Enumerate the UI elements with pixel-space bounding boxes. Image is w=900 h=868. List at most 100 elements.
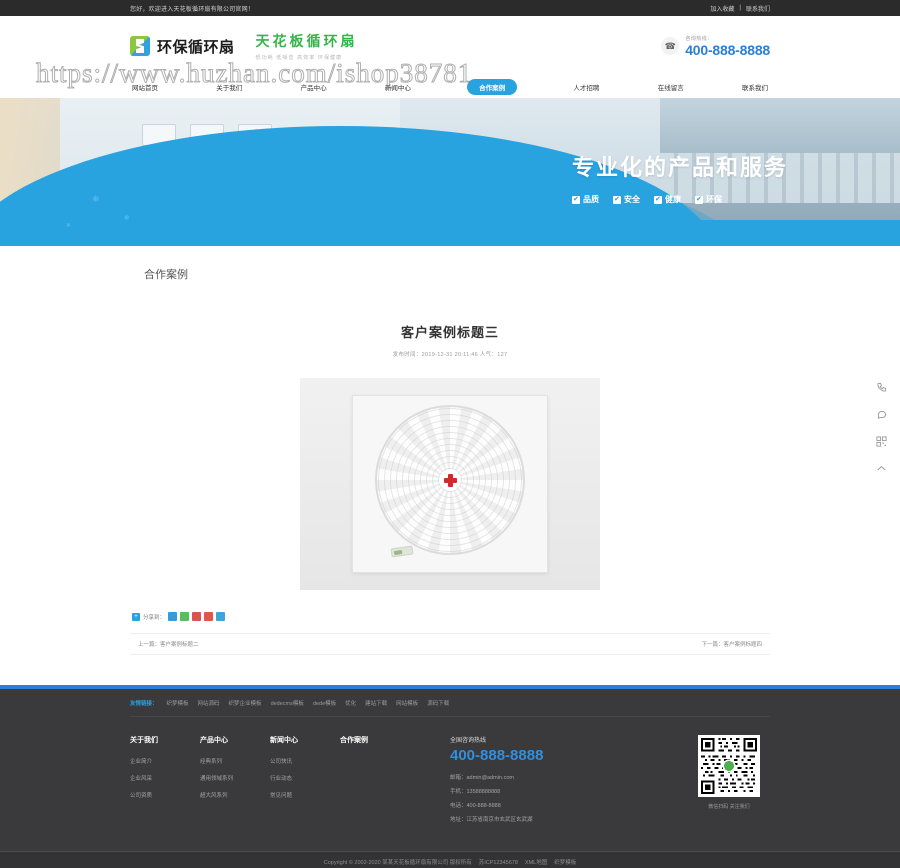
prev-article-link[interactable]: 上一篇：客户案例标题二 xyxy=(138,640,199,648)
footer-link[interactable]: 公司资质 xyxy=(130,791,200,799)
friendly-link[interactable]: 建站下载 xyxy=(365,699,387,707)
wechat-share-icon[interactable] xyxy=(180,612,190,621)
check-icon: ✔ xyxy=(612,195,621,204)
slogan-main: 天花板循环扇 xyxy=(255,33,358,49)
article-block: 客户案例标题三 发布时间：2019-12-31 20:11:46 人气：127 xyxy=(130,322,770,590)
footer-column-heading[interactable]: 关于我们 xyxy=(130,735,200,745)
xml-sitemap-link[interactable]: XML地图 xyxy=(525,858,547,866)
icp-number[interactable]: 苏ICP12345678 xyxy=(479,858,518,866)
footer-column-heading[interactable]: 合作案例 xyxy=(340,735,410,745)
check-icon: ✔ xyxy=(694,195,703,204)
nav-item-about[interactable]: 关于我们 xyxy=(214,82,244,92)
slogan-sub: 低功耗 低噪音 高效率 环保健康 xyxy=(255,55,343,61)
footer-column-news: 新闻中心 公司快讯 行业动态 常见问题 xyxy=(270,735,340,829)
hero-banner: ❄ ❄ ❄ 专业化的产品和服务 ✔ 品质 ✔ 安全 ✔ 健康 ✔ 环保 xyxy=(0,98,900,246)
share-bar: + 分享到： xyxy=(132,612,770,621)
next-article-link[interactable]: 下一篇：客户案例标题四 xyxy=(701,640,762,648)
footer-columns: 关于我们 企业简介 企业风采 公司资质 产品中心 经典系列 通用领域系列 超大风… xyxy=(130,717,770,851)
fan-product-illustration xyxy=(352,395,548,573)
footer-hotline-number: 400-888-8888 xyxy=(450,747,544,764)
back-to-top-icon[interactable] xyxy=(876,463,887,476)
footer-link[interactable]: 通用领域系列 xyxy=(200,774,270,782)
footer-link[interactable]: 常见问题 xyxy=(270,791,340,799)
footer-email: 邮箱：admin@admin.com xyxy=(450,775,514,781)
top-bar-separator: | xyxy=(739,5,741,11)
footer-link[interactable]: 经典系列 xyxy=(200,757,270,765)
welcome-text: 您好，欢迎进入天花板循环扇有限公司官网！ xyxy=(130,6,255,13)
qq-share-icon[interactable] xyxy=(168,612,178,621)
article-meta: 发布时间：2019-12-31 20:11:46 人气：127 xyxy=(392,352,508,358)
footer-contact: 全国咨询热线 400-888-8888 邮箱：admin@admin.com 手… xyxy=(450,735,650,829)
phone-icon[interactable] xyxy=(876,382,887,395)
nav-item-contact[interactable]: 联系我们 xyxy=(740,82,770,92)
article-image xyxy=(300,378,600,590)
hotline-number: 400-888-8888 xyxy=(685,41,770,58)
brand-logo[interactable]: 环保循环扇 天花板循环扇 低功耗 低噪音 高效率 环保健康 xyxy=(130,31,358,61)
top-bar: 您好，欢迎进入天花板循环扇有限公司官网！ 加入收藏 | 联系我们 xyxy=(0,0,900,16)
nav-item-jobs[interactable]: 人才招聘 xyxy=(571,82,601,92)
article-pager: 上一篇：客户案例标题二 下一篇：客户案例标题四 xyxy=(130,633,770,655)
copyright-text: Copyright © 2002-2020 某某天花板循环扇有限公司 版权所有 xyxy=(323,859,472,866)
page-title: 合作案例 xyxy=(144,269,188,281)
footer-column-heading[interactable]: 新闻中心 xyxy=(270,735,340,745)
qrcode-icon[interactable] xyxy=(875,436,887,449)
banner-title: 专业化的产品和服务 xyxy=(571,155,788,180)
friendly-link[interactable]: dede模板 xyxy=(313,699,336,707)
nav-item-products[interactable]: 产品中心 xyxy=(299,82,329,92)
footer-link[interactable]: 企业风采 xyxy=(130,774,200,782)
site-footer: 友情链接： 织梦模板 网站源码 织梦企业模板 dedecms模板 dede模板 … xyxy=(0,689,900,868)
friendly-links-label: 友情链接： xyxy=(130,700,158,707)
hotline-label: 咨询热线： xyxy=(685,35,713,42)
banner-tag-quality: ✔ 品质 xyxy=(571,194,599,205)
renren-share-icon[interactable] xyxy=(204,612,214,621)
add-favorite-link[interactable]: 加入收藏 xyxy=(710,4,734,13)
template-credit-link[interactable]: 织梦模板 xyxy=(554,858,576,866)
friendly-link[interactable]: 织梦模板 xyxy=(167,699,189,707)
brand-slogan: 天花板循环扇 低功耗 低噪音 高效率 环保健康 xyxy=(256,31,358,61)
phone-icon: ☎ xyxy=(661,37,680,55)
footer-hotline-label: 全国咨询热线 xyxy=(450,738,487,744)
check-icon: ✔ xyxy=(571,195,580,204)
footer-mobile: 手机：13588888888 xyxy=(450,789,501,795)
friendly-link[interactable]: 优化 xyxy=(345,699,356,707)
friendly-link[interactable]: 源码下载 xyxy=(427,699,449,707)
article-title: 客户案例标题三 xyxy=(400,325,499,340)
weibo-share-icon[interactable] xyxy=(192,612,202,621)
footer-column-products: 产品中心 经典系列 通用领域系列 超大风系列 xyxy=(200,735,270,829)
fan-hub-logo xyxy=(439,469,461,492)
nav-item-cases[interactable]: 合作案例 xyxy=(467,79,518,95)
friendly-link[interactable]: 织梦企业模板 xyxy=(229,699,262,707)
footer-link[interactable]: 超大风系列 xyxy=(200,791,270,799)
petal-decor-icon: ❄ xyxy=(124,215,130,222)
footer-link[interactable]: 企业简介 xyxy=(130,757,200,765)
friendly-link[interactable]: 网站模板 xyxy=(396,699,418,707)
banner-tag-label: 品质 xyxy=(582,195,599,204)
footer-address: 地址：江苏省南京市玄武区玄武湖 xyxy=(450,817,533,823)
message-icon[interactable] xyxy=(876,409,887,422)
banner-tag-eco: ✔ 环保 xyxy=(694,194,722,205)
nav-item-home[interactable]: 网站首页 xyxy=(130,82,160,92)
contact-us-link[interactable]: 联系我们 xyxy=(746,4,770,13)
logo-mark-icon xyxy=(130,36,150,56)
share-label: 分享到： xyxy=(143,614,166,621)
nav-item-news[interactable]: 新闻中心 xyxy=(383,82,413,92)
share-plus-icon[interactable]: + xyxy=(132,612,140,621)
banner-tag-safety: ✔ 安全 xyxy=(612,194,640,205)
footer-link[interactable]: 公司快讯 xyxy=(270,757,340,765)
footer-column-heading[interactable]: 产品中心 xyxy=(200,735,270,745)
banner-tag-label: 健康 xyxy=(664,195,681,204)
footer-link[interactable]: 行业动态 xyxy=(270,774,340,782)
fan-remote-control xyxy=(390,545,414,558)
header-hotline: ☎ 咨询热线： 400-888-8888 xyxy=(661,35,770,58)
qzone-share-icon[interactable] xyxy=(216,612,226,621)
footer-tel: 电话：400-888-8888 xyxy=(450,803,501,809)
banner-tag-label: 环保 xyxy=(705,195,722,204)
friendly-link[interactable]: dedecms模板 xyxy=(271,699,304,707)
nav-item-message[interactable]: 在线留言 xyxy=(656,82,686,92)
banner-text-block: 专业化的产品和服务 ✔ 品质 ✔ 安全 ✔ 健康 ✔ 环保 xyxy=(571,150,788,205)
copyright-bar: Copyright © 2002-2020 某某天花板循环扇有限公司 版权所有 … xyxy=(0,851,900,868)
main-content: 合作案例 客户案例标题三 发布时间：2019-12-31 20:11:46 人气… xyxy=(130,246,770,655)
friendly-link[interactable]: 网站源码 xyxy=(198,699,220,707)
page-root: 您好，欢迎进入天花板循环扇有限公司官网！ 加入收藏 | 联系我们 环保循环扇 天… xyxy=(0,0,900,868)
friendly-links-bar: 友情链接： 织梦模板 网站源码 织梦企业模板 dedecms模板 dede模板 … xyxy=(130,689,770,717)
